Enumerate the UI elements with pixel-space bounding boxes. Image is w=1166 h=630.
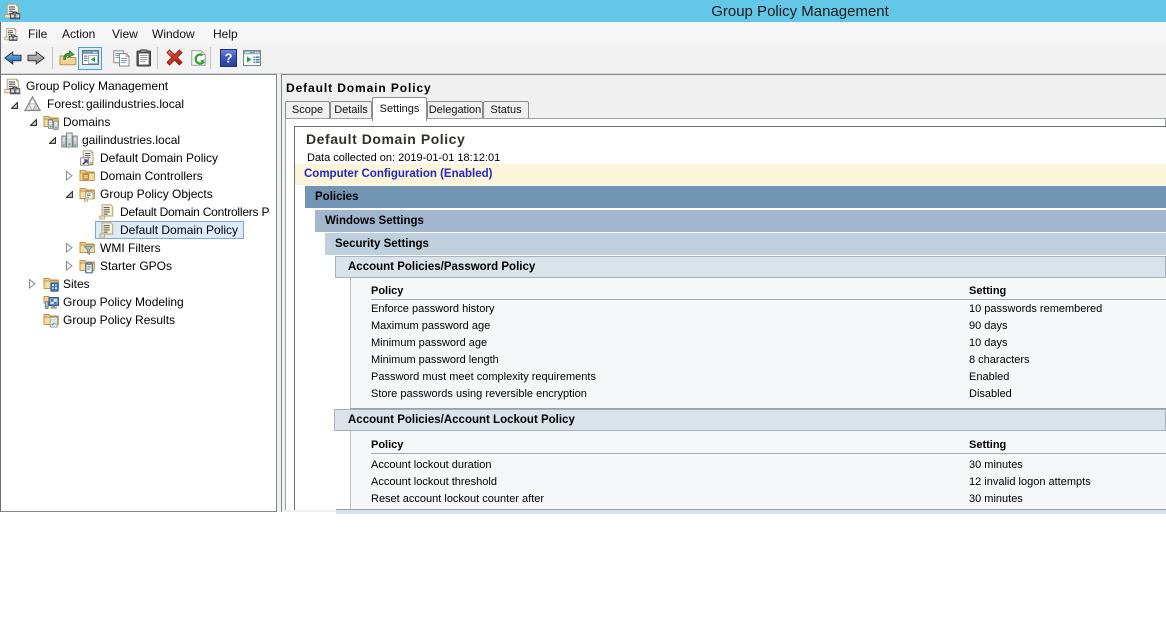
svg-text:?: ? (225, 51, 233, 66)
